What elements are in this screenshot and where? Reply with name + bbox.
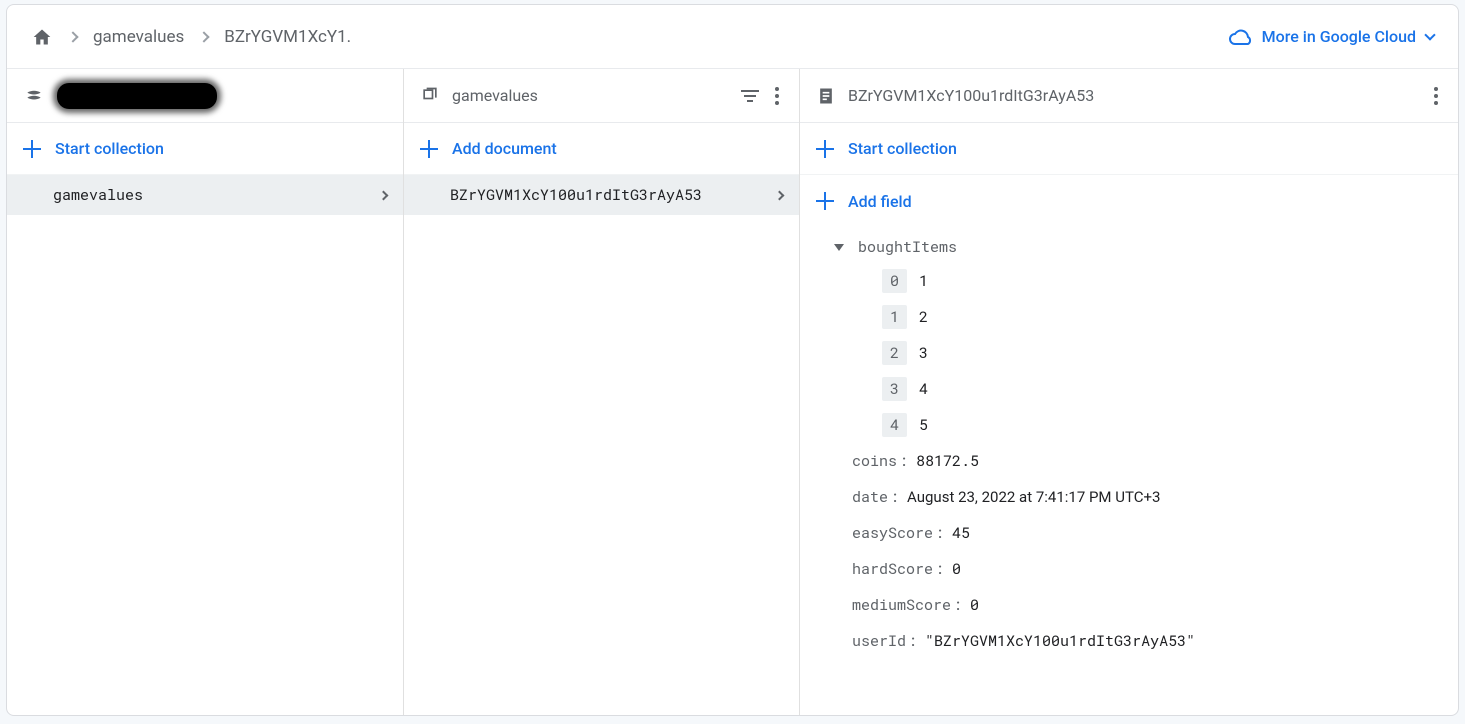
breadcrumb-item[interactable]: BZrYGVM1XcY1. xyxy=(224,27,351,47)
add-field-button[interactable]: Add field xyxy=(800,175,1458,227)
documents-column-title: gamevalues xyxy=(452,86,729,105)
array-item[interactable]: 23 xyxy=(800,335,1458,371)
chevron-right-icon xyxy=(67,31,78,42)
field-colon: : xyxy=(899,451,908,471)
home-icon[interactable] xyxy=(31,27,53,47)
root-column-header xyxy=(7,69,403,123)
array-index: 0 xyxy=(882,269,907,293)
overflow-menu-icon[interactable] xyxy=(771,83,783,109)
plus-icon xyxy=(420,140,438,158)
start-collection-button[interactable]: Start collection xyxy=(7,123,403,175)
start-subcollection-label: Start collection xyxy=(848,139,957,158)
plus-icon xyxy=(23,140,41,158)
document-icon xyxy=(816,86,836,106)
field-row[interactable]: date: August 23, 2022 at 7:41:17 PM UTC+3 xyxy=(800,479,1458,515)
field-value: 45 xyxy=(952,523,970,543)
add-field-label: Add field xyxy=(848,192,912,211)
field-boughtitems[interactable]: boughtItems xyxy=(800,231,1458,263)
collections-list: gamevalues xyxy=(7,175,403,715)
add-document-label: Add document xyxy=(452,139,557,158)
field-colon: : xyxy=(953,595,962,615)
collection-item-gamevalues[interactable]: gamevalues xyxy=(7,175,403,215)
field-key: coins xyxy=(852,451,897,471)
field-row[interactable]: mediumScore:0 xyxy=(800,587,1458,623)
field-value: 0 xyxy=(970,595,979,615)
root-column: Start collection gamevalues xyxy=(7,69,404,715)
field-colon: : xyxy=(935,559,944,579)
breadcrumb: gamevalues BZrYGVM1XcY1. More in Google … xyxy=(7,5,1458,69)
array-value: 5 xyxy=(919,415,928,435)
field-row[interactable]: hardScore:0 xyxy=(800,551,1458,587)
document-detail-title: BZrYGVM1XcY100u1rdItG3rAyA53 xyxy=(848,86,1418,105)
field-key: hardScore xyxy=(852,559,933,579)
array-value: 4 xyxy=(919,379,928,399)
document-fields: boughtItems 0112233445 coins:88172.5date… xyxy=(800,227,1458,715)
array-value: 1 xyxy=(919,271,928,291)
documents-column-header: gamevalues xyxy=(404,69,799,123)
start-collection-label: Start collection xyxy=(55,139,164,158)
plus-icon xyxy=(816,192,834,210)
field-key: easyScore xyxy=(852,523,933,543)
start-subcollection-button[interactable]: Start collection xyxy=(800,123,1458,175)
filter-icon[interactable] xyxy=(741,90,759,102)
chevron-right-icon xyxy=(199,31,210,42)
field-key: date xyxy=(852,487,888,507)
array-item[interactable]: 12 xyxy=(800,299,1458,335)
array-index: 4 xyxy=(882,413,907,437)
array-item[interactable]: 45 xyxy=(800,407,1458,443)
breadcrumb-item[interactable]: gamevalues xyxy=(93,27,184,47)
field-row[interactable]: easyScore:45 xyxy=(800,515,1458,551)
chevron-down-icon xyxy=(1424,29,1435,40)
document-detail-header: BZrYGVM1XcY100u1rdItG3rAyA53 xyxy=(800,69,1458,123)
documents-column: gamevalues Add document BZrYGVM1XcY100u1… xyxy=(404,69,800,715)
field-row[interactable]: coins:88172.5 xyxy=(800,443,1458,479)
array-value: 3 xyxy=(919,343,928,363)
field-colon: : xyxy=(890,487,899,507)
array-item[interactable]: 01 xyxy=(800,263,1458,299)
array-value: 2 xyxy=(919,307,928,327)
project-name-redacted xyxy=(57,83,217,109)
add-document-button[interactable]: Add document xyxy=(404,123,799,175)
expand-toggle-icon[interactable] xyxy=(834,244,844,251)
array-index: 3 xyxy=(882,377,907,401)
field-key: userId xyxy=(852,631,906,651)
field-colon: : xyxy=(908,631,917,651)
field-value: 0 xyxy=(952,559,961,579)
collection-icon xyxy=(420,86,440,106)
array-index: 1 xyxy=(882,305,907,329)
array-index: 2 xyxy=(882,341,907,365)
field-value: "BZrYGVM1XcY100u1rdItG3rAyA53" xyxy=(925,631,1195,651)
overflow-menu-icon[interactable] xyxy=(1430,83,1442,109)
document-item-label: BZrYGVM1XcY100u1rdItG3rAyA53 xyxy=(450,185,768,205)
collection-item-label: gamevalues xyxy=(53,185,372,205)
array-item[interactable]: 34 xyxy=(800,371,1458,407)
field-key: mediumScore xyxy=(852,595,951,615)
field-value: August 23, 2022 at 7:41:17 PM UTC+3 xyxy=(907,488,1160,506)
chevron-right-icon xyxy=(379,190,389,200)
field-value: 88172.5 xyxy=(916,451,979,471)
database-root-icon xyxy=(23,86,45,106)
cloud-icon xyxy=(1228,28,1252,46)
more-in-google-cloud-label: More in Google Cloud xyxy=(1262,27,1416,46)
plus-icon xyxy=(816,140,834,158)
document-detail-column: BZrYGVM1XcY100u1rdItG3rAyA53 Start colle… xyxy=(800,69,1458,715)
field-key: boughtItems xyxy=(858,237,957,257)
documents-list: BZrYGVM1XcY100u1rdItG3rAyA53 xyxy=(404,175,799,715)
document-item[interactable]: BZrYGVM1XcY100u1rdItG3rAyA53 xyxy=(404,175,799,215)
more-in-google-cloud-link[interactable]: More in Google Cloud xyxy=(1228,27,1434,46)
field-colon: : xyxy=(935,523,944,543)
chevron-right-icon xyxy=(775,190,785,200)
field-row[interactable]: userId: "BZrYGVM1XcY100u1rdItG3rAyA53" xyxy=(800,623,1458,659)
